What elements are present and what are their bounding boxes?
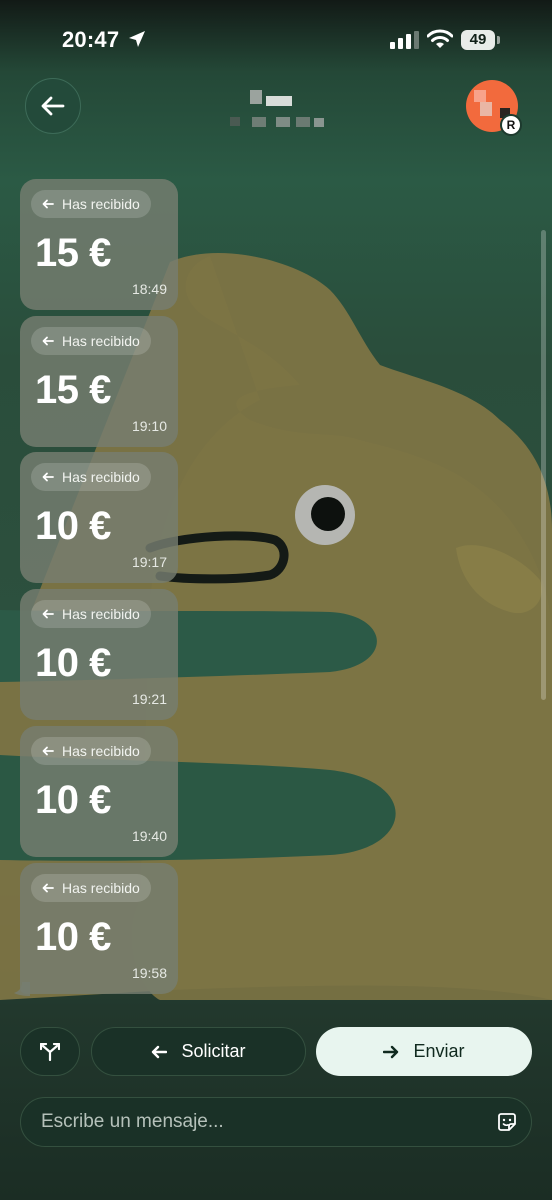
received-pill: Has recibido	[31, 327, 151, 355]
transaction-bubble[interactable]: Has recibido 10 € 19:40	[20, 726, 178, 857]
transaction-bubble[interactable]: Has recibido 10 € 19:17	[20, 452, 178, 583]
received-label: Has recibido	[62, 606, 140, 622]
avatar-badge: R	[500, 114, 522, 136]
transaction-bubble[interactable]: Has recibido 10 € 19:21	[20, 589, 178, 720]
arrow-right-icon	[383, 1045, 399, 1058]
split-arrows-icon	[40, 1042, 60, 1061]
transaction-amount: 10 €	[35, 778, 111, 822]
received-pill: Has recibido	[31, 463, 151, 491]
arrow-left-icon	[152, 1045, 168, 1058]
transaction-time: 19:17	[131, 554, 167, 570]
send-button[interactable]: Enviar	[316, 1027, 532, 1076]
transaction-amount: 15 €	[35, 368, 111, 412]
transaction-time: 19:58	[131, 965, 167, 981]
transaction-time: 19:40	[131, 828, 167, 844]
battery-cap	[497, 36, 500, 44]
transaction-time: 18:49	[131, 281, 167, 297]
back-button[interactable]	[25, 78, 81, 134]
received-pill: Has recibido	[31, 600, 151, 628]
request-button[interactable]: Solicitar	[91, 1027, 306, 1076]
send-label: Enviar	[413, 1041, 465, 1061]
message-input[interactable]	[41, 1098, 481, 1146]
arrow-left-icon	[42, 336, 54, 346]
transaction-time: 19:10	[131, 418, 167, 434]
sticker-icon[interactable]	[496, 1111, 518, 1133]
wifi-icon	[427, 29, 453, 48]
request-label: Solicitar	[181, 1041, 246, 1061]
status-time: 20:47	[62, 27, 120, 52]
arrow-left-icon	[42, 609, 54, 619]
battery-level: 49	[461, 30, 495, 50]
split-button[interactable]	[20, 1027, 80, 1076]
received-pill: Has recibido	[31, 874, 151, 902]
transaction-amount: 10 €	[35, 641, 111, 685]
received-label: Has recibido	[62, 743, 140, 759]
arrow-left-icon	[42, 472, 54, 482]
arrow-left-icon	[42, 746, 54, 756]
received-label: Has recibido	[62, 333, 140, 349]
transaction-bubble[interactable]: Has recibido 15 € 19:10	[20, 316, 178, 447]
received-label: Has recibido	[62, 880, 140, 896]
transaction-bubble[interactable]: Has recibido 15 € 18:49	[20, 179, 178, 310]
arrow-left-icon	[42, 199, 54, 209]
transaction-amount: 15 €	[35, 231, 111, 275]
message-composer[interactable]	[20, 1097, 532, 1147]
arrow-left-icon	[41, 96, 65, 116]
received-pill: Has recibido	[31, 190, 151, 218]
arrow-left-icon	[42, 883, 54, 893]
received-pill: Has recibido	[31, 737, 151, 765]
received-label: Has recibido	[62, 469, 140, 485]
transaction-amount: 10 €	[35, 915, 111, 959]
transaction-bubble[interactable]: Has recibido 10 € 19:58	[20, 863, 178, 994]
transaction-time: 19:21	[131, 691, 167, 707]
transaction-amount: 10 €	[35, 504, 111, 548]
signal-icon	[390, 31, 419, 49]
received-label: Has recibido	[62, 196, 140, 212]
status-bar: 20:47 49	[0, 0, 552, 82]
location-arrow-icon	[129, 31, 145, 47]
